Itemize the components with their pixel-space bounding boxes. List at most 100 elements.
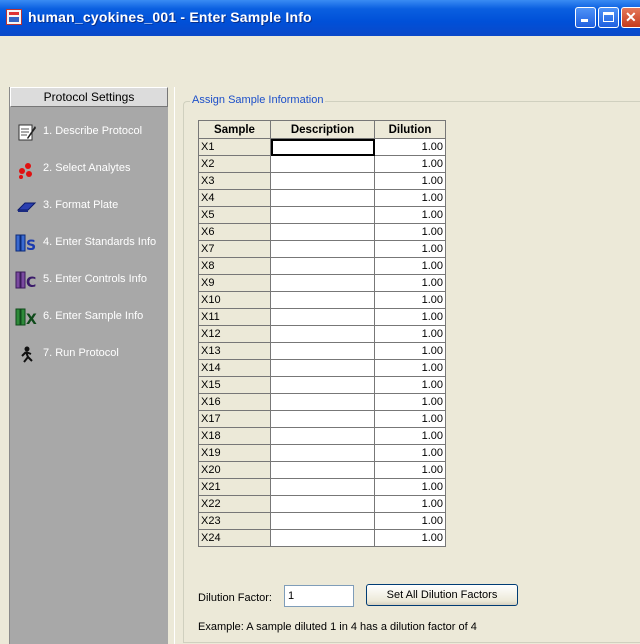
- svg-text:C: C: [26, 275, 36, 291]
- step-label: 6. Enter Sample Info: [43, 310, 144, 322]
- table-row: X9 1.00: [198, 274, 446, 292]
- app-icon: [6, 9, 22, 25]
- col-description-header[interactable]: Description: [270, 120, 375, 139]
- format-plate-icon: [16, 202, 37, 212]
- dilution-cell[interactable]: 1.00: [374, 512, 446, 530]
- step-label: 1. Describe Protocol: [43, 125, 143, 137]
- dilution-cell[interactable]: 1.00: [374, 359, 446, 377]
- dilution-cell[interactable]: 1.00: [374, 257, 446, 275]
- dilution-cell[interactable]: 1.00: [374, 342, 446, 360]
- dilution-cell[interactable]: 1.00: [374, 240, 446, 258]
- description-cell[interactable]: [270, 138, 375, 156]
- table-row: X4 1.00: [198, 189, 446, 207]
- sample-cell: X16: [198, 393, 271, 411]
- dilution-cell[interactable]: 1.00: [374, 138, 446, 156]
- dilution-cell[interactable]: 1.00: [374, 393, 446, 411]
- description-cell[interactable]: [270, 427, 375, 445]
- dilution-cell[interactable]: 1.00: [374, 189, 446, 207]
- sample-cell: X5: [198, 206, 271, 224]
- description-cell[interactable]: [270, 495, 375, 513]
- group-title: Assign Sample Information: [190, 94, 326, 106]
- col-sample-header[interactable]: Sample: [198, 120, 271, 139]
- set-all-dilution-factors-button[interactable]: Set All Dilution Factors: [366, 584, 518, 606]
- sample-cell: X8: [198, 257, 271, 275]
- sample-cell: X19: [198, 444, 271, 462]
- description-cell[interactable]: [270, 342, 375, 360]
- dilution-cell[interactable]: 1.00: [374, 325, 446, 343]
- description-cell[interactable]: [270, 478, 375, 496]
- description-cell[interactable]: [270, 291, 375, 309]
- description-cell[interactable]: [270, 376, 375, 394]
- description-cell[interactable]: [270, 206, 375, 224]
- description-cell[interactable]: [270, 189, 375, 207]
- table-row: X23 1.00: [198, 512, 446, 530]
- dilution-cell[interactable]: 1.00: [374, 291, 446, 309]
- table-row: X13 1.00: [198, 342, 446, 360]
- description-cell[interactable]: [270, 240, 375, 258]
- step-enter-controls[interactable]: C 5. Enter Controls Info: [10, 269, 168, 291]
- dilution-cell[interactable]: 1.00: [374, 206, 446, 224]
- sample-cell: X23: [198, 512, 271, 530]
- step-format-plate[interactable]: 3. Format Plate: [10, 195, 168, 217]
- dilution-cell[interactable]: 1.00: [374, 444, 446, 462]
- description-cell[interactable]: [270, 223, 375, 241]
- step-select-analytes[interactable]: 2. Select Analytes: [10, 158, 168, 180]
- dilution-factor-input[interactable]: [284, 585, 354, 607]
- table-row: X16 1.00: [198, 393, 446, 411]
- dilution-cell[interactable]: 1.00: [374, 376, 446, 394]
- step-label: 7. Run Protocol: [43, 347, 119, 359]
- step-describe-protocol[interactable]: 1. Describe Protocol: [10, 121, 168, 143]
- sample-cell: X21: [198, 478, 271, 496]
- table-row: X2 1.00: [198, 155, 446, 173]
- step-enter-standards[interactable]: S 4. Enter Standards Info: [10, 232, 168, 254]
- table-row: X22 1.00: [198, 495, 446, 513]
- description-cell[interactable]: [270, 461, 375, 479]
- col-dilution-header[interactable]: Dilution: [374, 120, 446, 139]
- table-row: X5 1.00: [198, 206, 446, 224]
- description-cell[interactable]: [270, 274, 375, 292]
- minimize-button[interactable]: [575, 7, 596, 28]
- dilution-cell[interactable]: 1.00: [374, 410, 446, 428]
- step-run-protocol[interactable]: 7. Run Protocol: [10, 343, 168, 365]
- description-cell[interactable]: [270, 155, 375, 173]
- title-bar[interactable]: human_cyokines_001 - Enter Sample Info: [0, 0, 640, 36]
- dilution-cell[interactable]: 1.00: [374, 427, 446, 445]
- sample-cell: X13: [198, 342, 271, 360]
- step-enter-sample[interactable]: X 6. Enter Sample Info: [10, 306, 168, 328]
- table-row: X21 1.00: [198, 478, 446, 496]
- maximize-button[interactable]: [598, 7, 619, 28]
- table-row: X24 1.00: [198, 529, 446, 547]
- dilution-cell[interactable]: 1.00: [374, 495, 446, 513]
- description-cell[interactable]: [270, 393, 375, 411]
- dilution-cell[interactable]: 1.00: [374, 172, 446, 190]
- table-row: X20 1.00: [198, 461, 446, 479]
- description-cell[interactable]: [270, 410, 375, 428]
- description-cell[interactable]: [270, 444, 375, 462]
- sample-cell: X9: [198, 274, 271, 292]
- step-label: 2. Select Analytes: [43, 162, 131, 174]
- dilution-cell[interactable]: 1.00: [374, 155, 446, 173]
- table-row: X17 1.00: [198, 410, 446, 428]
- dilution-cell[interactable]: 1.00: [374, 461, 446, 479]
- sample-cell: X12: [198, 325, 271, 343]
- description-cell[interactable]: [270, 325, 375, 343]
- sample-cell: X7: [198, 240, 271, 258]
- standards-icon: S: [15, 234, 36, 254]
- description-cell[interactable]: [270, 359, 375, 377]
- description-cell[interactable]: [270, 257, 375, 275]
- dilution-cell[interactable]: 1.00: [374, 274, 446, 292]
- description-cell[interactable]: [270, 308, 375, 326]
- sample-cell: X15: [198, 376, 271, 394]
- dilution-cell[interactable]: 1.00: [374, 529, 446, 547]
- description-cell[interactable]: [270, 529, 375, 547]
- sample-cell: X3: [198, 172, 271, 190]
- description-cell[interactable]: [270, 172, 375, 190]
- dilution-cell[interactable]: 1.00: [374, 308, 446, 326]
- close-button[interactable]: [621, 7, 640, 28]
- dilution-cell[interactable]: 1.00: [374, 223, 446, 241]
- description-cell[interactable]: [270, 512, 375, 530]
- svg-text:X: X: [26, 312, 37, 328]
- sample-cell: X6: [198, 223, 271, 241]
- dilution-cell[interactable]: 1.00: [374, 478, 446, 496]
- step-label: 4. Enter Standards Info: [43, 236, 157, 248]
